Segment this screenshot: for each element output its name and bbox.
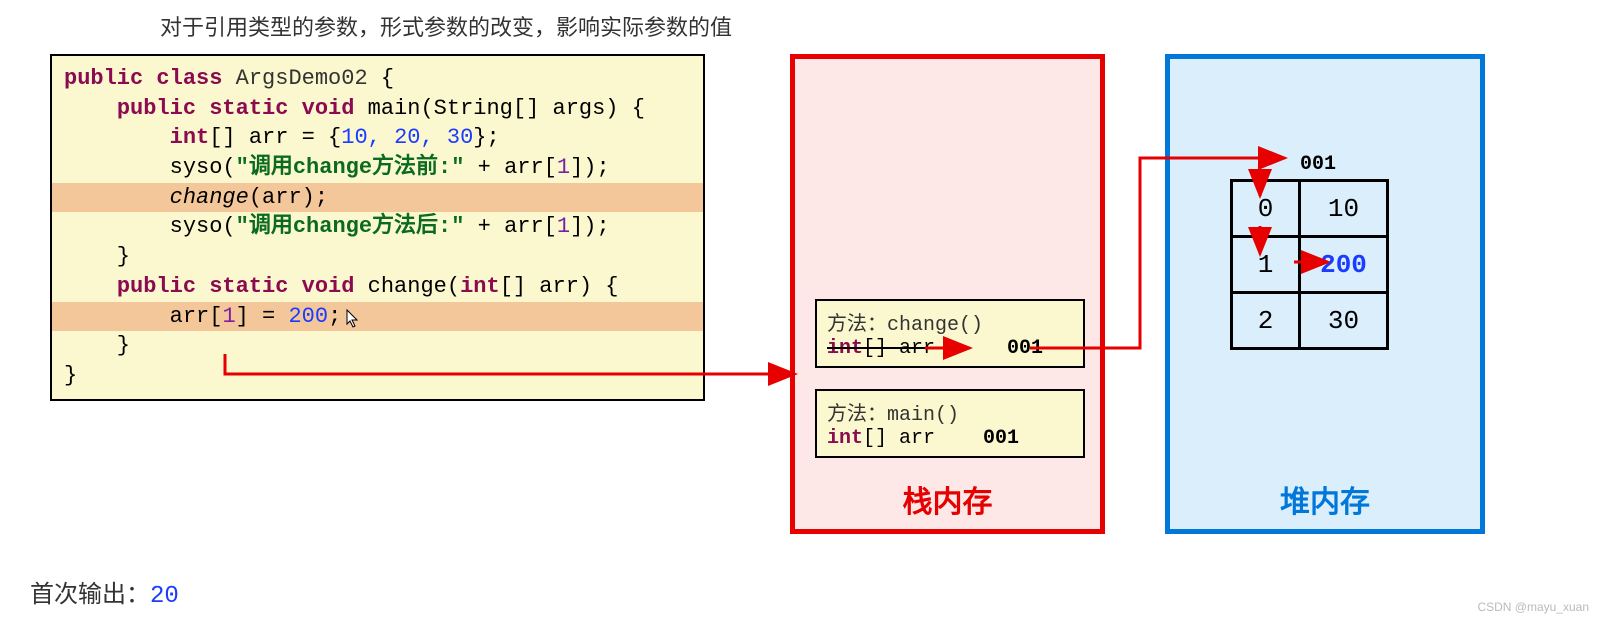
- heap-label: 堆内存: [1170, 477, 1480, 521]
- diagram-container: public class ArgsDemo02 { public static …: [30, 54, 1579, 534]
- diagram-title: 对于引用类型的参数，形式参数的改变，影响实际参数的值: [160, 10, 1579, 42]
- heap-array-table: 010 1200 230: [1230, 179, 1389, 350]
- stack-label: 栈内存: [795, 477, 1100, 521]
- heap-memory-box: 001 010 1200 230 堆内存: [1165, 54, 1485, 534]
- stack-frame-change: 方法：change() int[] arr 001: [815, 299, 1085, 368]
- watermark: CSDN @mayu_xuan: [1477, 600, 1589, 614]
- code-box: public class ArgsDemo02 { public static …: [50, 54, 705, 401]
- heap-address: 001: [1300, 153, 1336, 176]
- stack-frame-main: 方法：main() int[] arr 001: [815, 389, 1085, 458]
- output-line: 首次输出：20: [30, 574, 1579, 610]
- stack-memory-box: 方法：change() int[] arr 001 方法：main() int[…: [790, 54, 1105, 534]
